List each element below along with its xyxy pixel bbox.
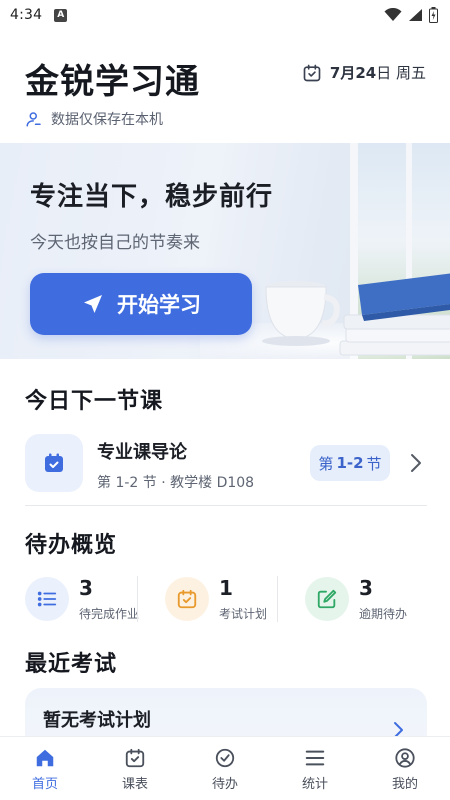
nav-item-todo[interactable]: 待办	[180, 737, 270, 800]
wifi-icon	[384, 8, 402, 21]
todo-count: 1	[219, 575, 233, 600]
hero-subtitle: 今天也按自己的节奏来	[30, 233, 200, 253]
exam-empty-text: 暂无考试计划	[43, 710, 151, 731]
bottom-navigation: 首页 课表 待办 统计 我的	[0, 737, 450, 800]
nav-label: 我的	[391, 777, 418, 792]
todo-count: 3	[79, 575, 93, 600]
todo-item-exam-plan[interactable]: 1 考试计划	[137, 572, 287, 626]
hero-title: 专注当下，稳步前行	[30, 182, 274, 212]
start-study-button[interactable]: 开始学习	[30, 273, 252, 335]
calendar-check-icon	[125, 748, 145, 768]
todo-item-homework[interactable]: 3 待完成作业	[25, 572, 147, 626]
date-display: 7月24日 周五	[302, 62, 426, 83]
battery-icon	[429, 7, 438, 23]
nav-item-home[interactable]: 首页	[0, 737, 90, 800]
date-day: 24	[355, 64, 377, 82]
start-study-label: 开始学习	[117, 293, 201, 317]
period-badge-prefix: 第	[318, 454, 334, 473]
status-icons	[384, 7, 438, 23]
nav-label: 统计	[301, 777, 328, 792]
signal-icon	[409, 9, 422, 21]
status-time: 4:34	[10, 7, 43, 23]
todo-label: 考试计划	[219, 606, 268, 621]
local-storage-note: 数据仅保存在本机	[25, 109, 163, 129]
next-class-section-title: 今日下一节课	[25, 389, 164, 414]
course-name: 专业课导论	[97, 442, 187, 463]
date-weekday: 日 周五	[376, 64, 426, 82]
nav-label: 课表	[121, 777, 148, 792]
edit-square-icon	[317, 589, 337, 609]
date-month: 7月	[329, 64, 356, 82]
todo-count: 3	[359, 575, 373, 600]
next-class-card[interactable]: 专业课导论 第 1-2 节 · 教学楼 D108 第 1-2 节	[25, 432, 427, 496]
period-badge-suffix: 节	[366, 454, 382, 473]
date-text: 7月24日 周五	[330, 62, 426, 83]
check-circle-icon	[215, 748, 235, 768]
course-icon-container	[25, 434, 83, 492]
list-icon	[37, 591, 57, 607]
todo-icon-container	[305, 577, 349, 621]
local-storage-text: 数据仅保存在本机	[51, 112, 163, 128]
todo-overview: 3 待完成作业 1 考试计划 3 逾期待办	[25, 572, 427, 626]
menu-lines-icon	[305, 750, 325, 766]
status-bar: 4:34 A	[0, 0, 450, 30]
todo-icon-container	[165, 577, 209, 621]
course-details: 第 1-2 节 · 教学楼 D108	[97, 475, 255, 491]
calendar-check-icon	[303, 64, 321, 81]
period-badge: 第 1-2 节	[310, 445, 390, 481]
todo-label: 逾期待办	[359, 606, 408, 621]
chevron-right-icon	[411, 454, 421, 472]
todo-label: 待完成作业	[79, 606, 140, 621]
user-icon	[26, 112, 41, 127]
notification-app-icon: A	[54, 8, 68, 22]
nav-item-profile[interactable]: 我的	[360, 737, 450, 800]
books-and-cup-illustration	[262, 273, 450, 356]
period-badge-number: 1-2	[336, 454, 364, 472]
todo-section-title: 待办概览	[25, 533, 118, 558]
nav-label: 首页	[31, 777, 58, 792]
home-icon	[36, 749, 54, 767]
nav-item-schedule[interactable]: 课表	[90, 737, 180, 800]
user-circle-icon	[395, 748, 415, 768]
todo-icon-container	[25, 577, 69, 621]
app-title: 金锐学习通	[25, 62, 200, 102]
calendar-check-icon	[177, 589, 197, 609]
send-icon	[84, 295, 102, 313]
nav-item-stats[interactable]: 统计	[270, 737, 360, 800]
todo-item-overdue[interactable]: 3 逾期待办	[277, 572, 427, 626]
nav-label: 待办	[211, 777, 238, 792]
section-divider	[25, 505, 427, 506]
exams-section-title: 最近考试	[25, 652, 118, 677]
calendar-icon	[45, 453, 63, 472]
